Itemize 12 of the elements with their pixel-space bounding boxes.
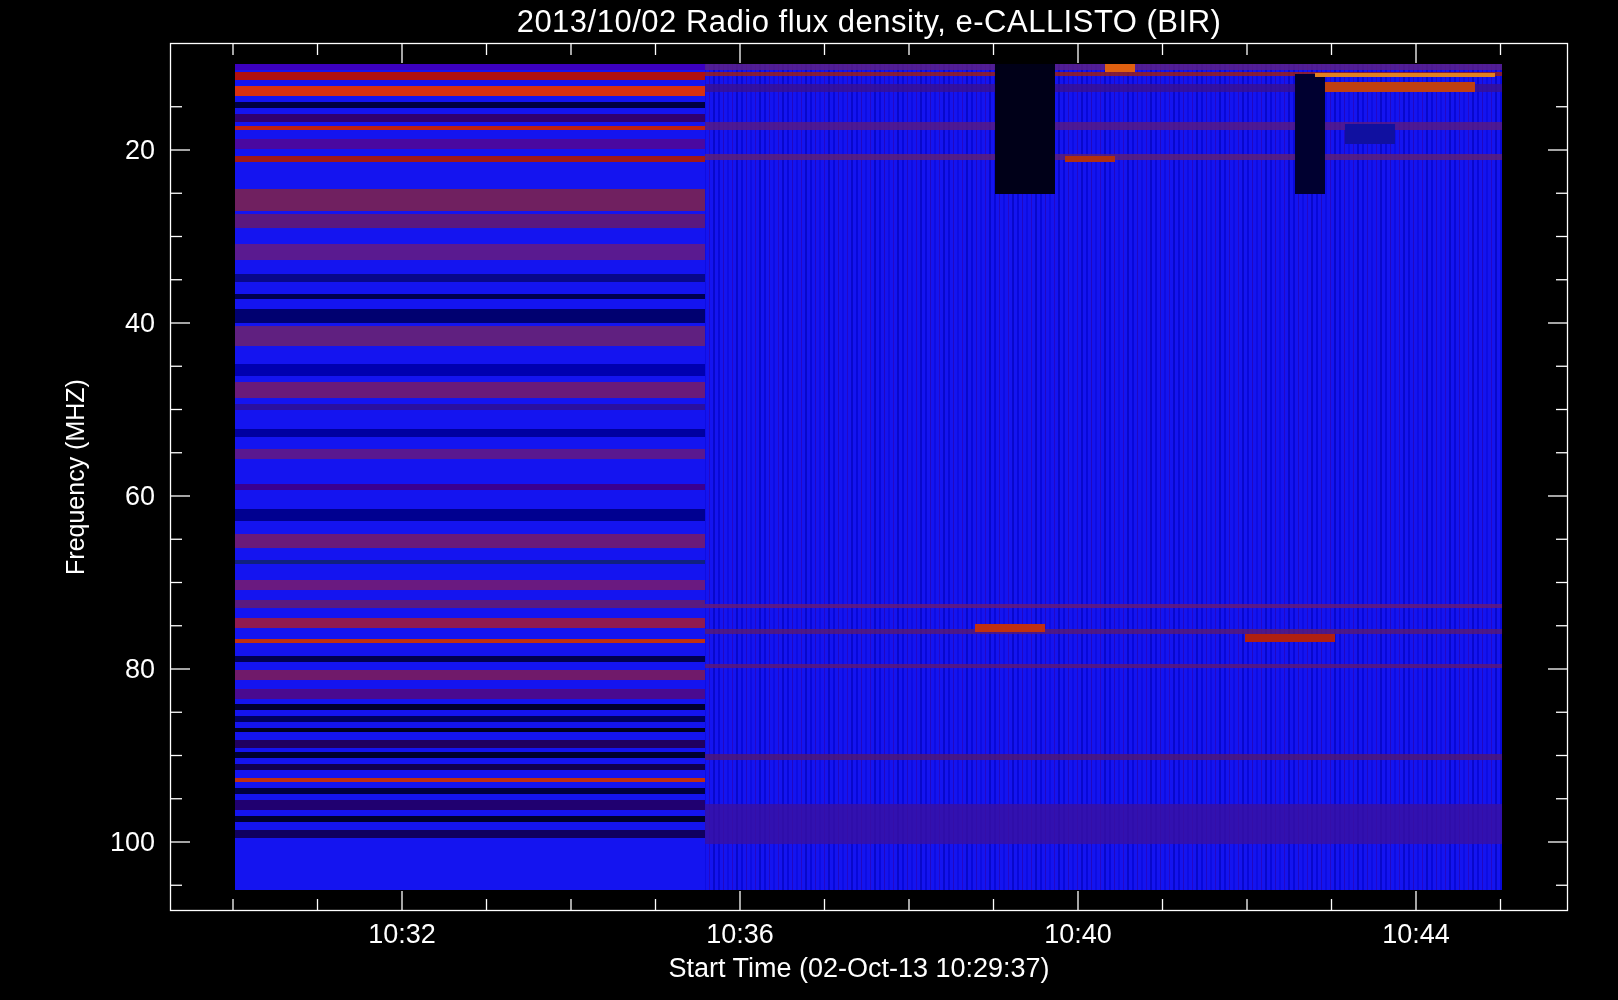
x-tick-label: 10:44	[1382, 921, 1450, 948]
y-tick-label: 80	[124, 655, 155, 683]
x-tick-label: 10:32	[368, 921, 436, 948]
y-tick-label: 40	[124, 309, 155, 337]
y-tick-label: 60	[124, 482, 155, 510]
y-tick-label: 100	[109, 828, 155, 856]
x-tick-label: 10:36	[706, 921, 774, 948]
y-tick-label: 20	[124, 136, 155, 164]
x-axis-label: Start Time (02-Oct-13 10:29:37)	[668, 955, 1050, 982]
chart-title: 2013/10/02 Radio flux density, e-CALLISTO (BIR)	[516, 6, 1222, 37]
x-tick-label: 10:40	[1044, 921, 1112, 948]
y-axis-label: Frequency (MHZ)	[62, 379, 88, 575]
